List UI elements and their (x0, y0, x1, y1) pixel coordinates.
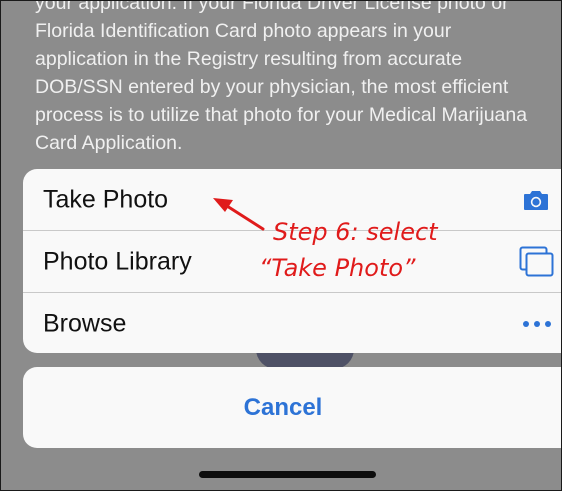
cancel-label: Cancel (243, 393, 323, 421)
browse-option[interactable]: Browse (23, 293, 561, 353)
background-paragraph-line: your application. If your Florida Driver… (35, 0, 509, 14)
camera-icon (524, 190, 548, 210)
take-photo-label: Take Photo (43, 185, 169, 213)
photo-library-icon (519, 246, 554, 276)
background-paragraph-line: Card Application. (35, 132, 183, 154)
step-annotation: Step 6: select “Take Photo” (259, 214, 438, 286)
photo-library-label: Photo Library (43, 247, 192, 275)
browse-label: Browse (43, 309, 127, 338)
home-indicator[interactable] (199, 471, 376, 478)
background-paragraph: your application. If your Florida Driver… (35, 0, 561, 157)
more-icon (523, 321, 551, 327)
background-paragraph-line: Florida Identification Card photo appear… (35, 20, 452, 42)
annotation-line-2: “Take Photo” (259, 254, 416, 282)
background-paragraph-line: process is to utilize that photo for you… (35, 104, 528, 126)
background-paragraph-line: application in the Registry resulting fr… (35, 48, 463, 70)
annotation-line-1: Step 6: select (273, 218, 438, 246)
cancel-button[interactable]: Cancel (23, 367, 561, 448)
background-paragraph-line: DOB/SSN entered by your physician, the m… (35, 76, 509, 98)
screenshot-frame: your application. If your Florida Driver… (0, 0, 562, 491)
